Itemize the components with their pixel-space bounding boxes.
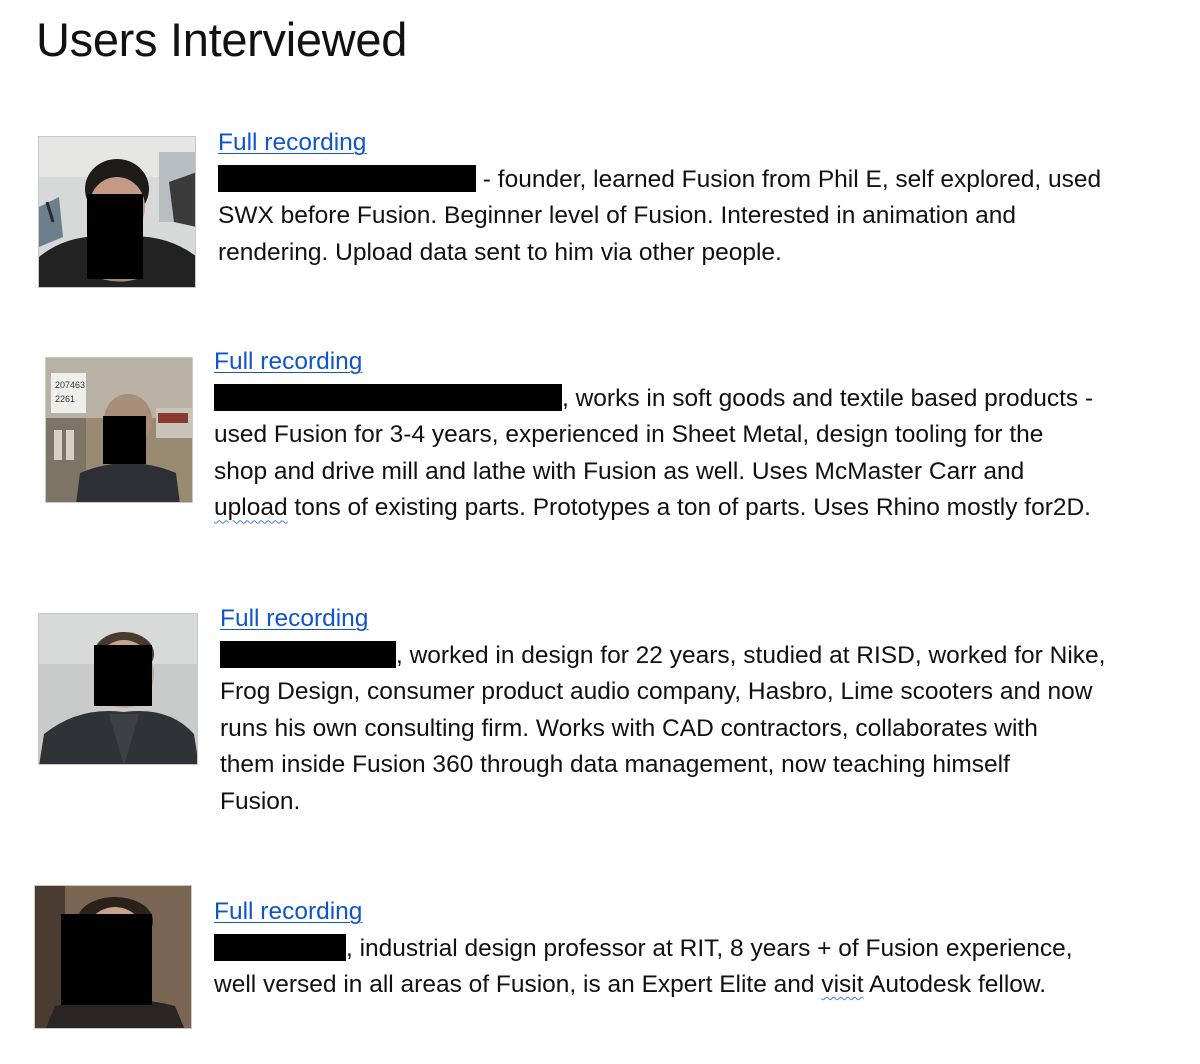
- description-line: well versed in all areas of Fusion, is a…: [214, 967, 1073, 1004]
- description-line: , works in soft goods and textile based …: [214, 381, 1093, 418]
- interviewee-text-4: Full recording , industrial design profe…: [214, 894, 1073, 1004]
- name-redaction: [214, 383, 562, 411]
- description-text: , works in soft goods and textile based …: [562, 384, 1094, 412]
- grammar-flagged-word: visit: [821, 971, 864, 999]
- description-text: tons of existing parts. Prototypes a ton…: [287, 494, 1091, 522]
- description-line: , worked in design for 22 years, studied…: [220, 638, 1105, 675]
- description-text: - founder, learned Fusion from Phil E, s…: [476, 165, 1102, 193]
- description-text: , worked in design for 22 years, studied…: [396, 641, 1106, 669]
- face-redaction-box: [61, 914, 152, 1005]
- interviewee-photo-3: [38, 613, 198, 765]
- description-line: , industrial design professor at RIT, 8 …: [214, 931, 1073, 968]
- description-line: - founder, learned Fusion from Phil E, s…: [218, 162, 1101, 199]
- page-title: Users Interviewed: [36, 13, 408, 66]
- description-line: Frog Design, consumer product audio comp…: [220, 678, 1093, 706]
- interviewee-photo-4: [34, 885, 192, 1029]
- description-text: well versed in all areas of Fusion, is a…: [214, 971, 822, 999]
- face-redaction-box: [87, 194, 143, 279]
- interviewee-text-2: Full recording , works in soft goods and…: [214, 344, 1093, 527]
- description-line: rendering. Upload data sent to him via o…: [218, 238, 782, 266]
- interviewee-text-3: Full recording , worked in design for 22…: [220, 601, 1105, 821]
- description-line: used Fusion for 3-4 years, experienced i…: [214, 421, 1044, 449]
- description-line: Fusion.: [220, 787, 301, 815]
- full-recording-link-4[interactable]: Full recording: [214, 894, 1073, 931]
- interviewee-text-1: Full recording - founder, learned Fusion…: [218, 125, 1101, 271]
- photo-sign-text: 2261: [55, 394, 75, 404]
- face-redaction-box: [103, 416, 146, 464]
- interviewee-photo-2: 207463 2261: [45, 357, 193, 503]
- description-line: runs his own consulting firm. Works with…: [220, 714, 1038, 742]
- description-line: SWX before Fusion. Beginner level of Fus…: [218, 202, 1017, 230]
- description-line: upload tons of existing parts. Prototype…: [214, 490, 1093, 527]
- description-text: , industrial design professor at RIT, 8 …: [346, 934, 1073, 962]
- name-redaction: [220, 640, 396, 668]
- interviewee-photo-1: [38, 136, 196, 288]
- name-redaction: [214, 933, 346, 961]
- grammar-flagged-word: upload: [214, 494, 288, 522]
- description-line: shop and drive mill and lathe with Fusio…: [214, 457, 1025, 485]
- full-recording-link-3[interactable]: Full recording: [220, 601, 1105, 638]
- description-line: them inside Fusion 360 through data mana…: [220, 751, 1010, 779]
- face-redaction-box: [94, 645, 152, 706]
- description-text: Autodesk fellow.: [863, 971, 1047, 999]
- photo-sign-text: 207463: [55, 380, 85, 390]
- full-recording-link-1[interactable]: Full recording: [218, 125, 1101, 162]
- full-recording-link-2[interactable]: Full recording: [214, 344, 1093, 381]
- name-redaction: [218, 164, 476, 192]
